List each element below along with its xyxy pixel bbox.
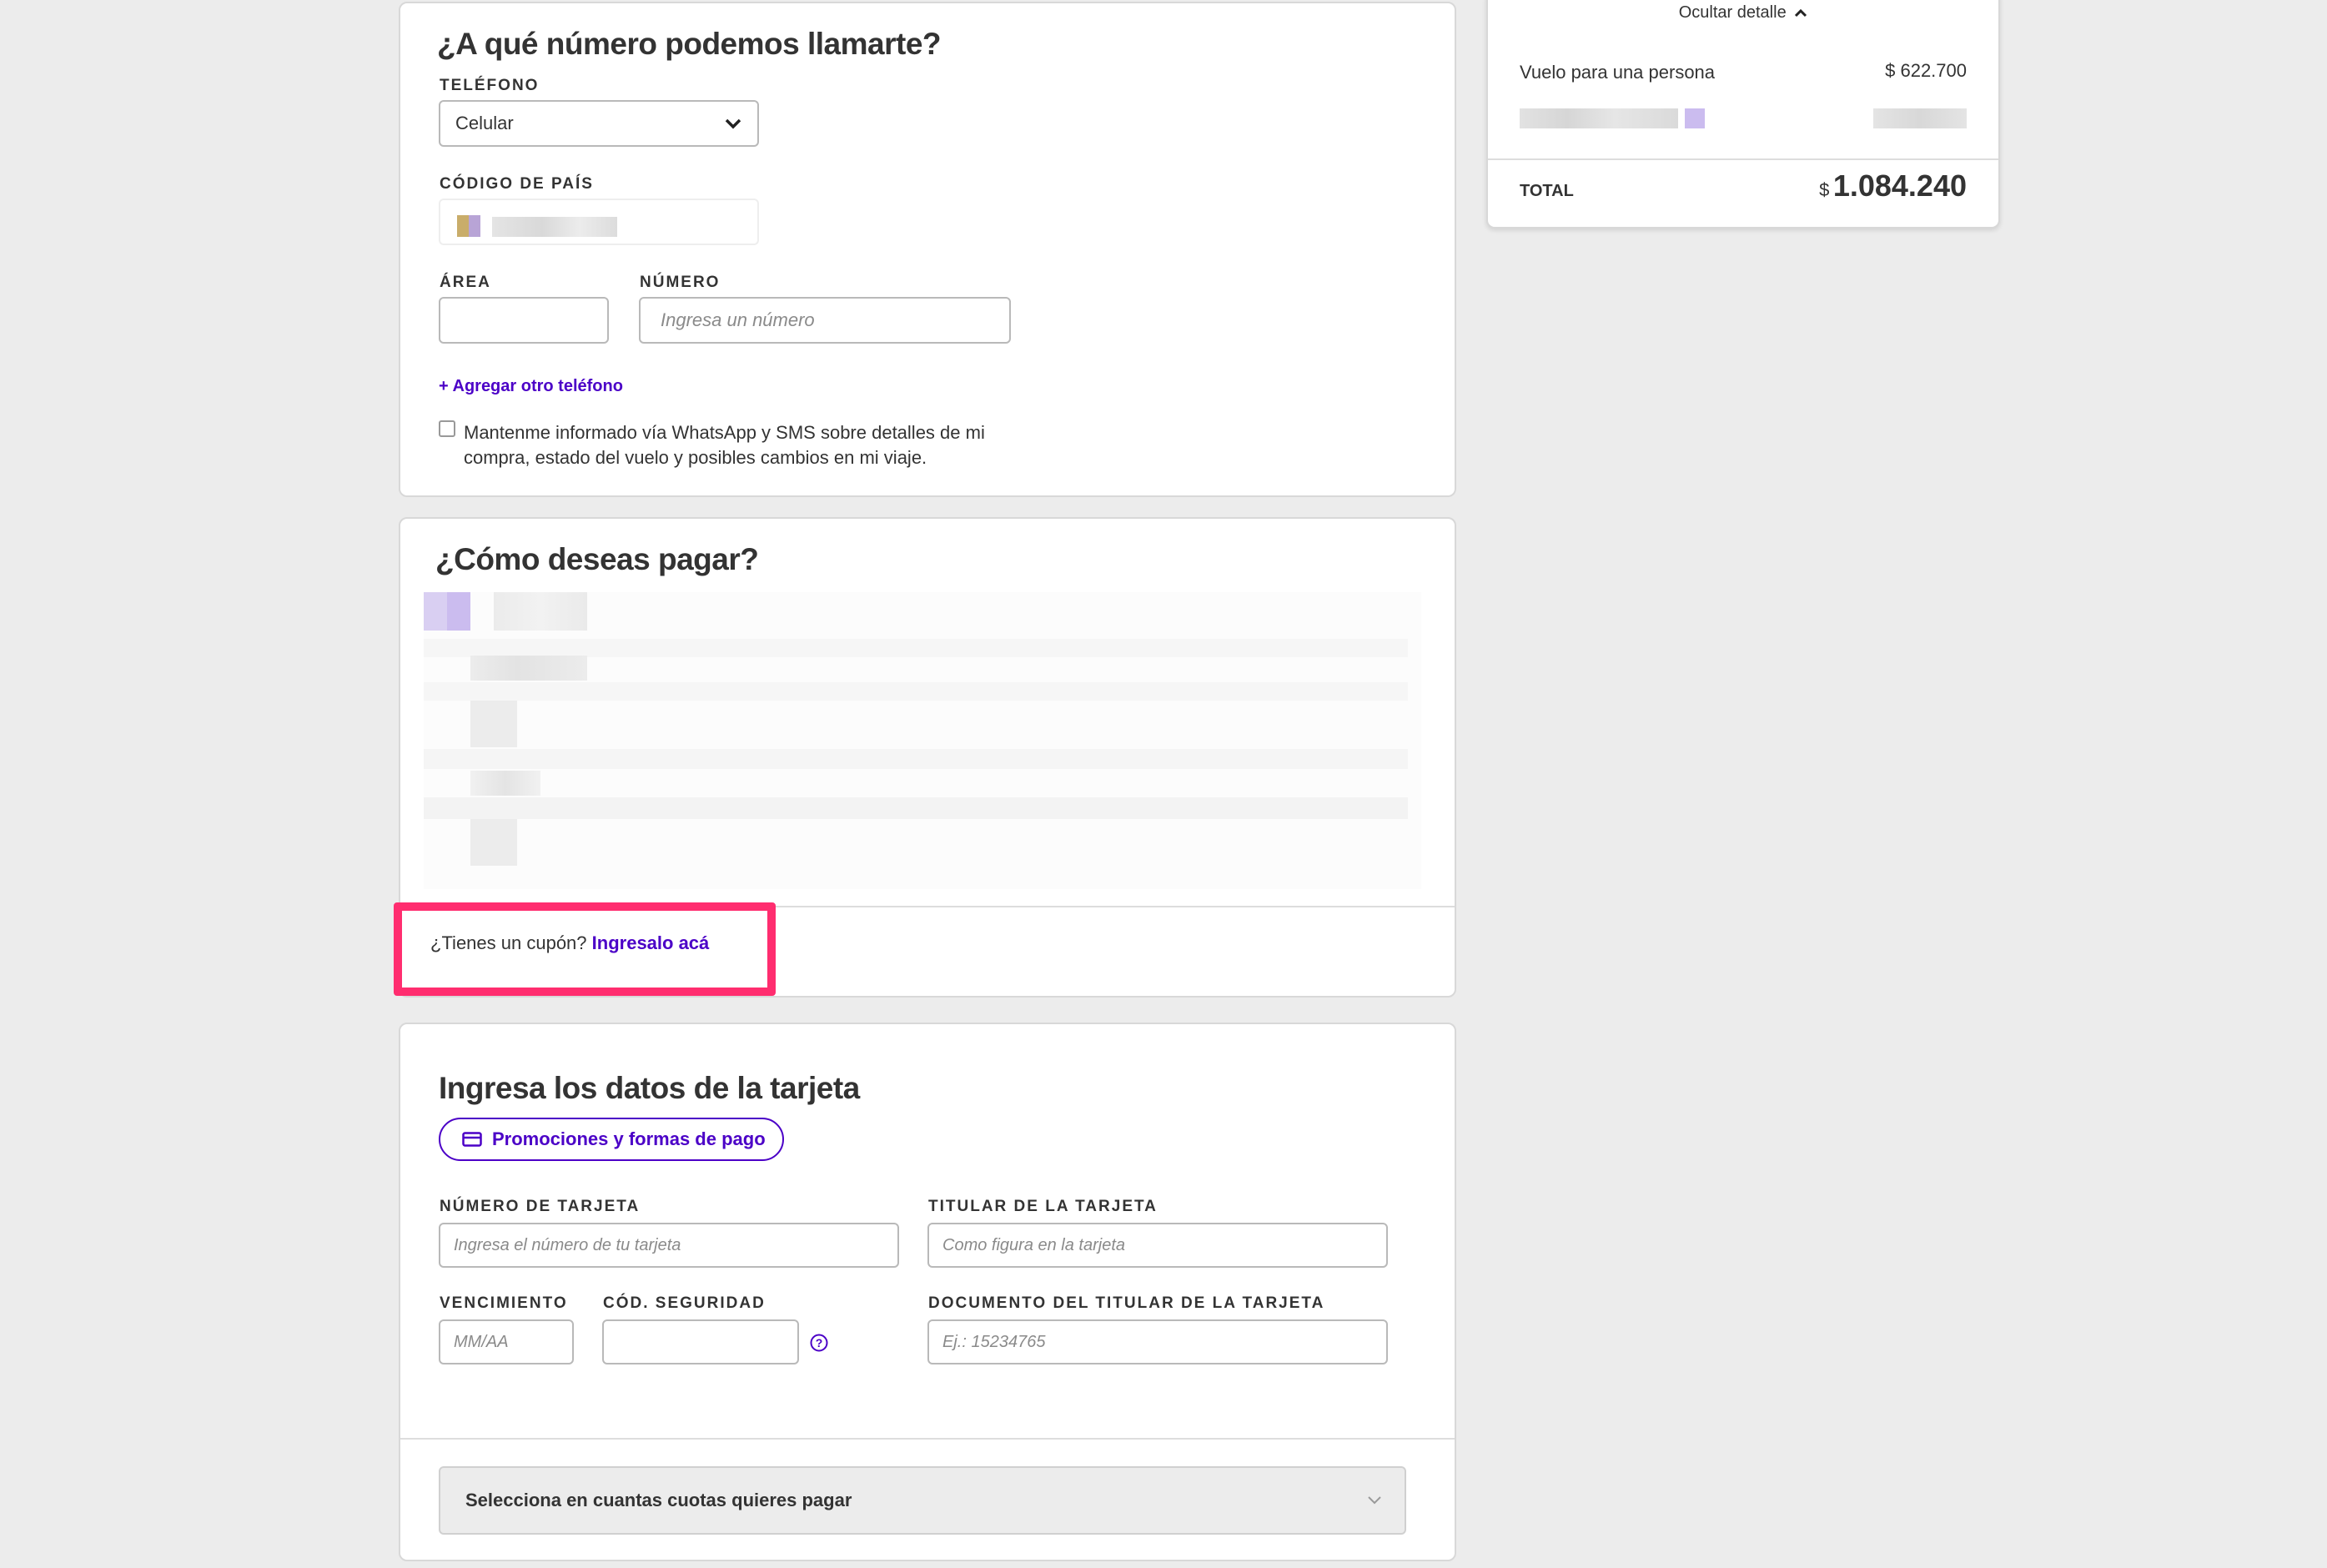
total-amount: 1.084.240	[1832, 168, 1967, 203]
chevron-down-icon	[725, 118, 741, 129]
hide-detail-label: Ocultar detalle	[1678, 3, 1787, 22]
country-code-label: CÓDIGO DE PAÍS	[440, 175, 594, 193]
chevron-up-icon	[1795, 8, 1807, 17]
flight-price: $ 622.700	[1885, 60, 1967, 81]
credit-card-icon	[462, 1132, 482, 1147]
fees-price-blurred	[1873, 108, 1967, 128]
expiry-placeholder: MM/AA	[454, 1332, 509, 1351]
number-label: NÚMERO	[640, 274, 721, 291]
phone-type-label: TELÉFONO	[440, 77, 540, 94]
holder-label: TITULAR DE LA TARJETA	[928, 1198, 1158, 1215]
flight-label: Vuelo para una persona	[1520, 62, 1716, 83]
summary-card: Ocultar detalle Vuelo para una persona $…	[1486, 0, 2000, 229]
whatsapp-checkbox-text: Mantenme informado vía WhatsApp y SMS so…	[464, 420, 985, 470]
total-label: TOTAL	[1520, 182, 1574, 200]
summary-divider	[1488, 158, 1998, 160]
area-input[interactable]	[439, 297, 609, 344]
whatsapp-checkbox[interactable]	[439, 420, 455, 437]
total-currency: $	[1819, 179, 1830, 200]
installments-select-label: Selecciona en cuantas cuotas quieres pag…	[465, 1490, 852, 1510]
document-placeholder: Ej.: 15234765	[942, 1332, 1046, 1351]
fees-label-blurred	[1520, 108, 1678, 128]
phone-section-card: ¿A qué número podemos llamarte? TELÉFONO…	[399, 2, 1456, 497]
phone-type-value: Celular	[455, 113, 514, 133]
expiry-label: VENCIMIENTO	[440, 1294, 568, 1312]
help-circle-icon[interactable]: ?	[809, 1333, 829, 1353]
add-phone-link[interactable]: + Agregar otro teléfono	[439, 377, 623, 396]
card-section-title: Ingresa los datos de la tarjeta	[439, 1071, 860, 1105]
svg-text:?: ?	[816, 1336, 823, 1349]
promo-button[interactable]: Promociones y formas de pago	[439, 1118, 784, 1161]
card-data-card: Ingresa los datos de la tarjeta Promocio…	[399, 1023, 1456, 1561]
area-label: ÁREA	[440, 274, 491, 291]
cvv-input[interactable]	[602, 1319, 799, 1364]
holder-input[interactable]: Como figura en la tarjeta	[927, 1223, 1388, 1268]
card-divider	[400, 1438, 1455, 1440]
chevron-down-icon	[1368, 1496, 1381, 1505]
card-number-placeholder: Ingresa el número de tu tarjeta	[454, 1235, 681, 1254]
cvv-label: CÓD. SEGURIDAD	[603, 1294, 766, 1312]
card-number-label: NÚMERO DE TARJETA	[440, 1198, 641, 1215]
whatsapp-text-line2: compra, estado del vuelo y posibles camb…	[464, 447, 927, 468]
installments-select[interactable]: Selecciona en cuantas cuotas quieres pag…	[439, 1466, 1406, 1535]
document-label: DOCUMENTO DEL TITULAR DE LA TARJETA	[928, 1294, 1325, 1312]
coupon-highlight-box	[394, 902, 776, 996]
promo-button-label: Promociones y formas de pago	[492, 1128, 766, 1149]
holder-placeholder: Como figura en la tarjeta	[942, 1235, 1126, 1254]
country-flag-icon	[457, 215, 469, 237]
number-input[interactable]: Ingresa un número	[639, 297, 1011, 344]
country-name-blurred	[492, 217, 617, 237]
document-input[interactable]: Ej.: 15234765	[927, 1319, 1388, 1364]
phone-section-title: ¿A qué número podemos llamarte?	[437, 27, 942, 61]
total-value: $ 1.084.240	[1819, 168, 1967, 204]
card-number-input[interactable]: Ingresa el número de tu tarjeta	[439, 1223, 899, 1268]
country-code-select[interactable]	[439, 199, 759, 245]
hide-detail-toggle[interactable]: Ocultar detalle	[1488, 3, 1998, 23]
payment-options-blurred[interactable]	[424, 592, 1421, 889]
phone-type-select[interactable]: Celular	[439, 100, 759, 147]
expiry-input[interactable]: MM/AA	[439, 1319, 574, 1364]
payment-section-title: ¿Cómo deseas pagar?	[435, 542, 759, 576]
whatsapp-text-line1: Mantenme informado vía WhatsApp y SMS so…	[464, 422, 985, 443]
number-placeholder: Ingresa un número	[661, 309, 815, 330]
